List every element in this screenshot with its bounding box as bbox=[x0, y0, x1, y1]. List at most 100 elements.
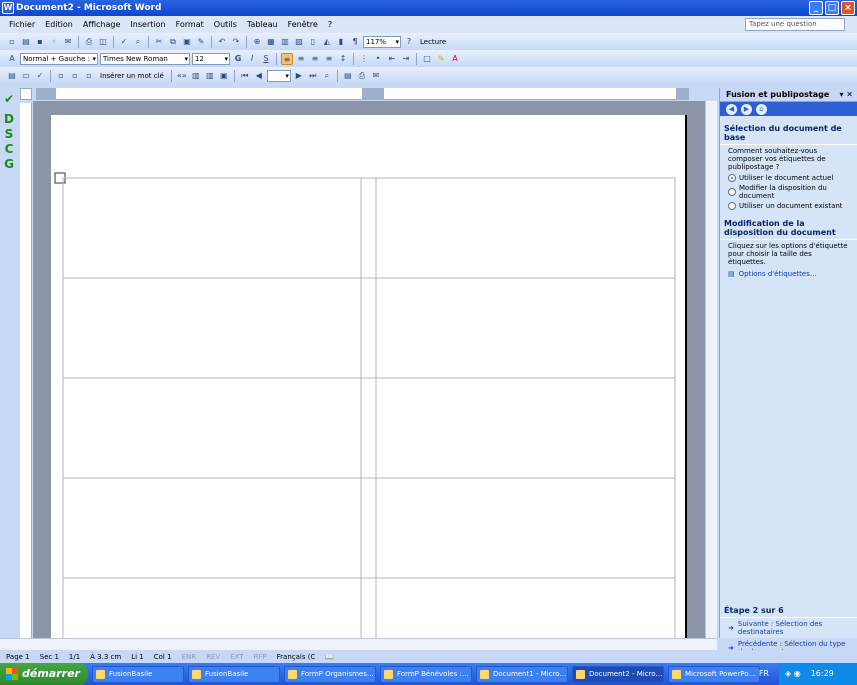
spelling-status-icon[interactable]: 📖 bbox=[325, 653, 334, 661]
taskbar-item[interactable]: Microsoft PowerPo… bbox=[668, 665, 760, 683]
underline-button[interactable]: S bbox=[260, 53, 272, 65]
bullets-icon[interactable]: • bbox=[372, 53, 384, 65]
label-table[interactable] bbox=[51, 115, 687, 638]
menu-affichage[interactable]: Affichage bbox=[78, 20, 126, 29]
bold-button[interactable]: G bbox=[232, 53, 244, 65]
taskbar-item[interactable]: FormP Organismes… bbox=[284, 665, 376, 683]
status-rfp[interactable]: RFP bbox=[254, 653, 267, 661]
menu-format[interactable]: Format bbox=[171, 20, 209, 29]
propagate-labels-icon[interactable]: ▣ bbox=[218, 70, 230, 82]
horizontal-scrollbar[interactable] bbox=[0, 638, 717, 650]
addin-c[interactable]: C bbox=[2, 142, 16, 156]
taskbar-item-active[interactable]: Document2 - Micro… bbox=[572, 665, 664, 683]
insert-fields-icon[interactable]: ▫ bbox=[83, 70, 95, 82]
radio[interactable] bbox=[728, 202, 736, 210]
last-record-icon[interactable]: ⏭ bbox=[307, 70, 319, 82]
label-options-link[interactable]: ▤ Options d'étiquettes… bbox=[720, 268, 857, 280]
align-left-icon[interactable]: ≡ bbox=[281, 52, 293, 65]
taskbar-item[interactable]: FusionBasile bbox=[92, 665, 184, 683]
insert-address-icon[interactable]: ▫ bbox=[55, 70, 67, 82]
start-button[interactable]: démarrer bbox=[0, 663, 88, 685]
taskbar-item[interactable]: FormP Bénévoles :… bbox=[380, 665, 472, 683]
find-entry-icon[interactable]: ⌕ bbox=[321, 70, 333, 82]
next-record-icon[interactable]: ▶ bbox=[293, 70, 305, 82]
taskbar-item[interactable]: FusionBasile bbox=[188, 665, 280, 683]
research-icon[interactable]: ⌕ bbox=[132, 36, 144, 48]
menu-outils[interactable]: Outils bbox=[209, 20, 242, 29]
print-preview-icon[interactable]: ◫ bbox=[97, 36, 109, 48]
vertical-ruler[interactable] bbox=[20, 103, 32, 638]
print-icon[interactable]: ⎙ bbox=[83, 36, 95, 48]
option-existing-document[interactable]: Utiliser un document existant bbox=[720, 201, 857, 211]
horizontal-ruler[interactable] bbox=[36, 88, 689, 100]
match-fields-icon[interactable]: ▥ bbox=[204, 70, 216, 82]
save-icon[interactable]: ▪ bbox=[34, 36, 46, 48]
email-icon[interactable]: ✉ bbox=[62, 36, 74, 48]
back-icon[interactable]: ◀ bbox=[726, 103, 737, 115]
main-document-setup-icon[interactable]: ▤ bbox=[6, 70, 18, 82]
open-data-source-icon[interactable]: ▭ bbox=[20, 70, 32, 82]
maximize-button[interactable]: □ bbox=[825, 1, 839, 15]
justify-icon[interactable]: ≡ bbox=[323, 53, 335, 65]
borders-icon[interactable]: □ bbox=[421, 53, 433, 65]
option-current-document[interactable]: Utiliser le document actuel bbox=[720, 173, 857, 183]
font-select[interactable]: Times New Roman bbox=[100, 52, 190, 65]
language-indicator[interactable]: FR bbox=[759, 663, 769, 685]
styles-icon[interactable]: A bbox=[6, 53, 18, 65]
document-area[interactable] bbox=[33, 101, 705, 638]
menu-fichier[interactable]: Fichier bbox=[4, 20, 40, 29]
first-record-icon[interactable]: ⏮ bbox=[239, 70, 251, 82]
insert-excel-icon[interactable]: ▧ bbox=[293, 36, 305, 48]
check-icon[interactable]: ✔ bbox=[2, 92, 16, 106]
addin-s[interactable]: S bbox=[2, 127, 16, 141]
align-right-icon[interactable]: ≡ bbox=[309, 53, 321, 65]
spelling-icon[interactable]: ✓ bbox=[118, 36, 130, 48]
copy-icon[interactable]: ⧉ bbox=[167, 36, 179, 48]
undo-icon[interactable]: ↶ bbox=[216, 36, 228, 48]
permission-icon[interactable]: ◦ bbox=[48, 36, 60, 48]
read-button[interactable]: Lecture bbox=[417, 36, 449, 48]
next-step-link[interactable]: ➜ Suivante : Sélection des destinataires bbox=[720, 618, 857, 638]
vertical-scrollbar[interactable] bbox=[705, 101, 717, 638]
addin-d[interactable]: D bbox=[2, 112, 16, 126]
paste-icon[interactable]: ▣ bbox=[181, 36, 193, 48]
taskbar-item[interactable]: Document1 - Micro… bbox=[476, 665, 568, 683]
forward-icon[interactable]: ▶ bbox=[741, 103, 752, 115]
insert-greeting-icon[interactable]: ▫ bbox=[69, 70, 81, 82]
font-color-icon[interactable]: A bbox=[449, 53, 461, 65]
menu-fenetre[interactable]: Fenêtre bbox=[283, 20, 323, 29]
merge-to-printer-icon[interactable]: ⎙ bbox=[356, 70, 368, 82]
tab-selector[interactable] bbox=[20, 88, 32, 100]
menu-edition[interactable]: Edition bbox=[40, 20, 78, 29]
document-page[interactable] bbox=[51, 115, 687, 638]
help-icon[interactable]: ? bbox=[403, 36, 415, 48]
redo-icon[interactable]: ↷ bbox=[230, 36, 242, 48]
tray-icons[interactable]: ◈ ◉ bbox=[785, 663, 801, 685]
cut-icon[interactable]: ✂ bbox=[153, 36, 165, 48]
highlight-icon[interactable]: ✎ bbox=[435, 53, 447, 65]
line-spacing-icon[interactable]: ↕ bbox=[337, 53, 349, 65]
document-map-icon[interactable]: ▮ bbox=[335, 36, 347, 48]
close-button[interactable]: × bbox=[841, 1, 855, 15]
italic-button[interactable]: I bbox=[246, 53, 258, 65]
view-merged-data-icon[interactable]: «» bbox=[176, 70, 188, 82]
insert-word-field-button[interactable]: Insérer un mot clé bbox=[97, 70, 167, 82]
hyperlink-icon[interactable]: ⊕ bbox=[251, 36, 263, 48]
insert-table-icon[interactable]: ▥ bbox=[279, 36, 291, 48]
recipients-icon[interactable]: ✓ bbox=[34, 70, 46, 82]
highlight-fields-icon[interactable]: ▥ bbox=[190, 70, 202, 82]
numbering-icon[interactable]: ⋮ bbox=[358, 53, 370, 65]
menu-help[interactable]: ? bbox=[323, 20, 337, 29]
addin-g[interactable]: G bbox=[2, 157, 16, 171]
option-modify-layout[interactable]: Modifier la disposition du document bbox=[720, 183, 857, 201]
increase-indent-icon[interactable]: ⇥ bbox=[400, 53, 412, 65]
task-pane-close-icon[interactable]: ▾ ✕ bbox=[839, 88, 853, 102]
columns-icon[interactable]: ▯ bbox=[307, 36, 319, 48]
style-select[interactable]: Normal + Gauche : bbox=[20, 52, 98, 65]
new-document-icon[interactable]: ▫ bbox=[6, 36, 18, 48]
status-language[interactable]: Français (C bbox=[277, 653, 316, 661]
merge-to-email-icon[interactable]: ✉ bbox=[370, 70, 382, 82]
menu-insertion[interactable]: Insertion bbox=[125, 20, 170, 29]
status-rev[interactable]: REV bbox=[206, 653, 220, 661]
drawing-icon[interactable]: ◭ bbox=[321, 36, 333, 48]
